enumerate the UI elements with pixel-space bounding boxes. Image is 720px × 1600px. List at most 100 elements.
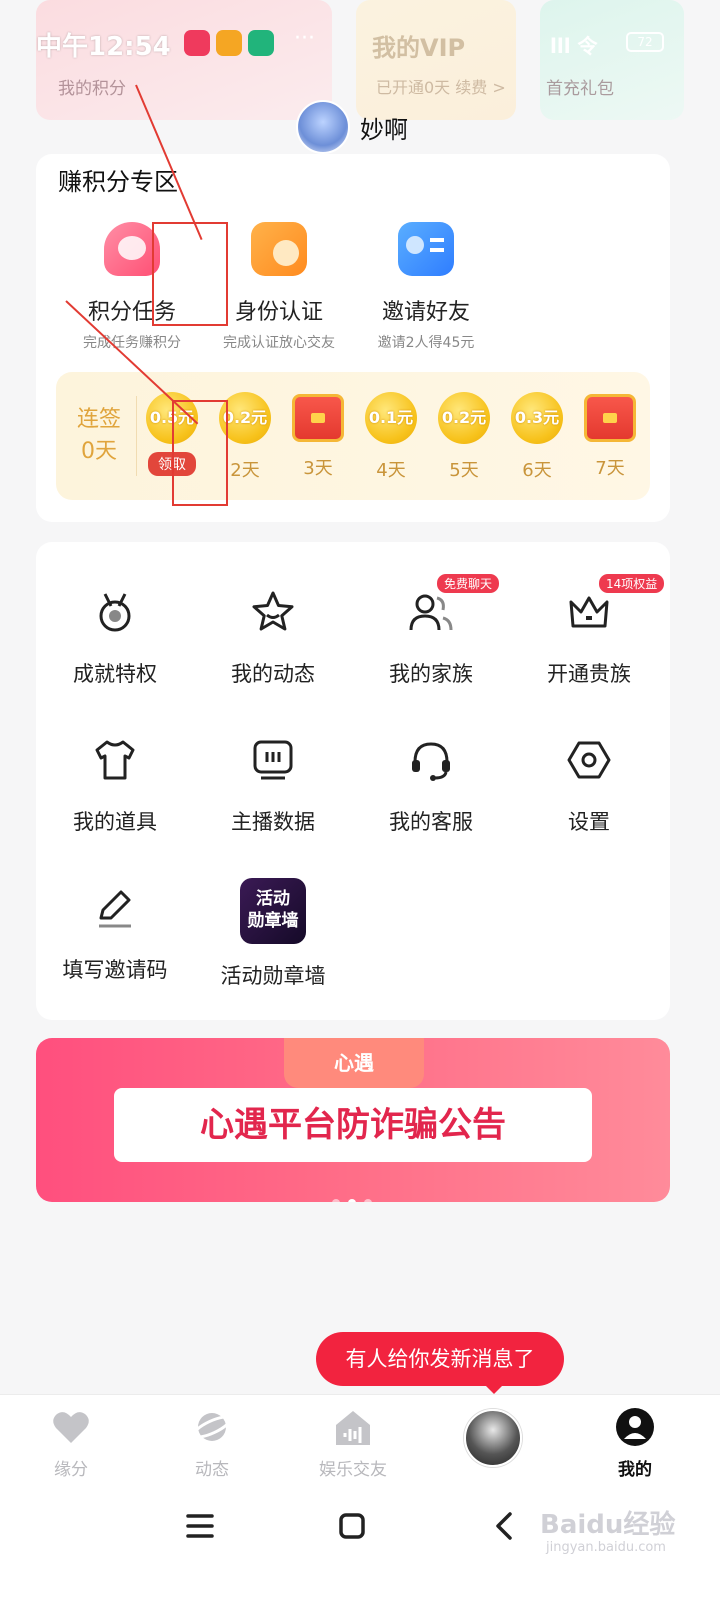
checkin-day-label: 4天: [376, 460, 406, 481]
earn-item-invite[interactable]: 邀请好友 邀请2人得45元: [336, 222, 516, 352]
verify-badge-icon: [251, 222, 307, 276]
baidu-watermark-url: jingyan.baidu.com: [546, 1540, 666, 1555]
profile-icon: [614, 1407, 656, 1447]
menu-item-anchor-data[interactable]: 主播数据: [194, 736, 352, 836]
group-icon: 免费聊天: [407, 574, 500, 636]
menu-item-label: 活动勋章墙: [220, 964, 326, 988]
menu-item-moments[interactable]: 我的动态: [194, 588, 352, 688]
nav-user-avatar[interactable]: [464, 1409, 522, 1467]
coin-icon: 0.2元: [438, 392, 490, 444]
vip-subtitle[interactable]: 已开通0天 续费 >: [376, 74, 506, 98]
benefits-badge: 14项权益: [599, 574, 665, 593]
activity-tile-text: 勋章墙: [247, 911, 299, 931]
section-title-earn: 赚积分专区: [58, 168, 178, 196]
crown-icon: 14项权益: [565, 574, 665, 636]
nav-item-label: 我的: [618, 1460, 652, 1480]
menu-item-support[interactable]: 我的客服: [352, 736, 510, 836]
contact-card-icon: [398, 222, 454, 276]
menu-item-label: 主播数据: [231, 810, 315, 834]
menu-grid-card: 成就特权 我的动态 免费聊天 我的家族 14项权益 开通贵族 我的道具 主播数据: [36, 542, 670, 1020]
banner-dot-active[interactable]: [348, 1199, 356, 1202]
menu-item-label: 我的客服: [389, 810, 473, 834]
checkin-streak-line2: 0天: [81, 439, 117, 464]
medal-icon: [91, 588, 139, 636]
nav-item-moments[interactable]: 动态: [157, 1407, 267, 1480]
menu-item-nobility[interactable]: 14项权益 开通贵族: [510, 574, 668, 688]
menu-item-label: 填写邀请码: [62, 958, 168, 982]
monitor-icon: [249, 736, 297, 784]
menu-item-family[interactable]: 免费聊天 我的家族: [352, 574, 510, 688]
menu-item-label: 我的家族: [389, 662, 473, 686]
free-chat-badge: 免费聊天: [437, 574, 500, 593]
annotation-box-task: [152, 222, 228, 326]
headset-icon: [407, 736, 455, 784]
settings-icon: [565, 736, 613, 784]
signal-wifi-icon: lll 令: [550, 34, 598, 58]
menu-item-invite-code[interactable]: 填写邀请码: [36, 884, 194, 984]
battery-icon: 72: [626, 32, 664, 52]
menu-icon[interactable]: [180, 1506, 220, 1546]
annotation-box-claim: [172, 400, 228, 506]
checkin-day-5[interactable]: 0.2元 5天: [432, 392, 496, 482]
checkin-day-6[interactable]: 0.3元 6天: [505, 392, 569, 482]
star-icon: [249, 588, 297, 636]
treasure-chest-icon: [584, 394, 636, 442]
shield-notification-icon: [248, 30, 274, 56]
back-icon[interactable]: [484, 1506, 524, 1546]
activity-badge-icon: 活动 勋章墙: [240, 878, 306, 944]
activity-tile-text: 活动: [256, 889, 290, 909]
menu-item-label: 我的动态: [231, 662, 315, 686]
earn-points-card: 赚积分专区 积分任务 完成任务赚积分 身份认证 完成认证放心交友 邀请好友 邀请…: [36, 154, 670, 522]
menu-item-achievements[interactable]: 成就特权: [36, 588, 194, 688]
menu-item-props[interactable]: 我的道具: [36, 736, 194, 836]
house-sound-icon: [332, 1407, 374, 1447]
menu-item-label: 我的道具: [73, 810, 157, 834]
shirt-icon: [91, 736, 139, 784]
nav-item-fate[interactable]: 缘分: [16, 1407, 126, 1480]
nav-item-label: 动态: [195, 1460, 229, 1480]
earn-item-subtitle: 邀请2人得45元: [377, 335, 475, 351]
app-notification-icon: [184, 30, 210, 56]
treasure-chest-icon: [292, 394, 344, 442]
menu-item-label: 开通贵族: [547, 662, 631, 686]
checkin-panel: 连签 0天 0.5元 领取 0.2元 2天 3天 0.1元 4天 0.2元 5天…: [56, 372, 650, 500]
user-name: 妙啊: [360, 116, 408, 144]
earn-item-label: 邀请好友: [381, 300, 470, 325]
heart-icon: [50, 1407, 92, 1447]
checkin-day-4[interactable]: 0.1元 4天: [359, 392, 423, 482]
banner-brand: 心遇: [284, 1038, 424, 1088]
coin-icon: 0.1元: [365, 392, 417, 444]
banner-dot[interactable]: [364, 1199, 372, 1202]
pen-icon: [91, 884, 139, 932]
nav-item-entertainment[interactable]: 娱乐交友: [298, 1407, 408, 1480]
checkin-day-label: 7天: [595, 458, 625, 479]
checkin-streak: 连签 0天: [64, 404, 134, 468]
nav-item-label: 娱乐交友: [319, 1460, 387, 1480]
checkin-day-3[interactable]: 3天: [286, 392, 350, 480]
banner-pagination: [328, 1192, 376, 1202]
nav-item-mine[interactable]: 我的: [580, 1407, 690, 1480]
first-recharge-label: 首充礼包: [546, 79, 614, 99]
menu-item-settings[interactable]: 设置: [510, 736, 668, 836]
menu-item-activity-wall[interactable]: 活动 勋章墙 活动勋章墙: [194, 878, 352, 990]
points-card-label: 我的积分: [58, 79, 126, 99]
status-bar: 中午12:54 ··· lll 令 72: [0, 22, 720, 62]
anti-fraud-banner[interactable]: 心遇 心遇平台防诈骗公告: [36, 1038, 670, 1202]
checkin-day-7[interactable]: 7天: [578, 392, 642, 480]
banner-text: 心遇平台防诈骗公告: [200, 1105, 506, 1145]
baidu-watermark: Baidu经验: [540, 1510, 676, 1540]
user-avatar-small[interactable]: [296, 100, 350, 154]
coin-icon: 0.3元: [511, 392, 563, 444]
checkin-day-label: 3天: [303, 458, 333, 479]
bottom-nav: 缘分 动态 娱乐交友 我的: [0, 1394, 720, 1486]
menu-item-label: 设置: [568, 810, 610, 834]
banner-dot[interactable]: [332, 1199, 340, 1202]
checkin-divider: [136, 396, 137, 476]
new-message-bubble[interactable]: 有人给你发新消息了: [316, 1332, 564, 1394]
checkin-day-label: 6天: [522, 460, 552, 481]
status-time: 中午12:54: [36, 32, 171, 62]
home-icon[interactable]: [332, 1506, 372, 1546]
more-notifications-icon: ···: [294, 26, 315, 51]
checkin-streak-line1: 连签: [76, 407, 121, 432]
banner-panel: 心遇平台防诈骗公告: [114, 1088, 592, 1162]
